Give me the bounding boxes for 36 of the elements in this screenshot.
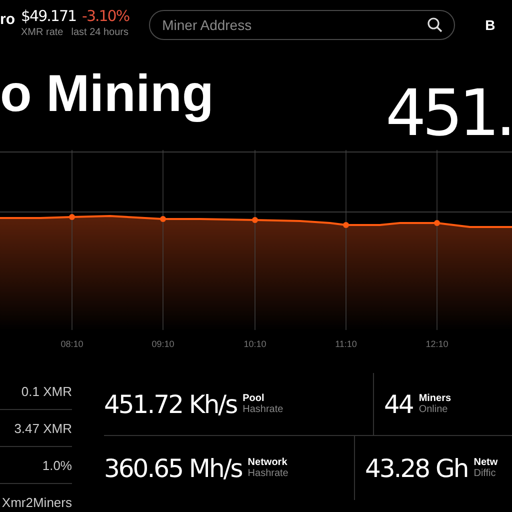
pool-info-value: 3.47 XMR — [14, 420, 72, 436]
time-label: 11:10 — [335, 339, 357, 349]
stat-subtitle: Diffic — [474, 468, 497, 479]
stat-value: 451.72 Kh/s — [104, 390, 237, 418]
search-icon[interactable] — [427, 17, 444, 33]
data-point — [343, 222, 349, 228]
pool-info-value: Xmr2Miners — [2, 494, 72, 510]
data-point — [434, 220, 440, 226]
data-point — [160, 216, 166, 222]
stat-value: 44 — [384, 390, 413, 418]
stat-title: Pool — [242, 393, 266, 404]
stat-subtitle: Hashrate — [248, 468, 288, 479]
time-label: 08:10 — [60, 339, 84, 349]
pool-info-value: 0.1 XMR — [21, 384, 72, 398]
price-change: -3.10% — [82, 7, 130, 25]
time-label: 09:10 — [152, 339, 174, 349]
data-point — [252, 217, 258, 223]
nav-link[interactable]: B — [485, 17, 496, 33]
time-label: 12:10 — [426, 339, 448, 349]
change-label: last 24 hours — [71, 27, 128, 38]
stat-value: 360.65 Mh/s — [104, 454, 242, 482]
stat-title: Miners — [418, 393, 452, 404]
price: $49.171 — [21, 7, 76, 25]
stat-value: 43.28 Gh — [365, 454, 468, 482]
stat-subtitle: Online — [418, 404, 449, 415]
stat-title: Netw — [474, 457, 498, 468]
stat-title: Network — [248, 457, 288, 468]
pool-info-value: 1.0% — [42, 458, 72, 472]
search-field[interactable]: Miner Address — [149, 10, 456, 40]
stat-subtitle: Hashrate — [242, 404, 284, 415]
price-label: XMR rate — [21, 27, 64, 38]
time-label: 10:10 — [244, 339, 266, 349]
page-title: o Mining — [0, 68, 214, 120]
data-point — [69, 214, 75, 220]
site-name: ro — [0, 11, 15, 28]
hashrate-value: 451. — [386, 82, 512, 146]
